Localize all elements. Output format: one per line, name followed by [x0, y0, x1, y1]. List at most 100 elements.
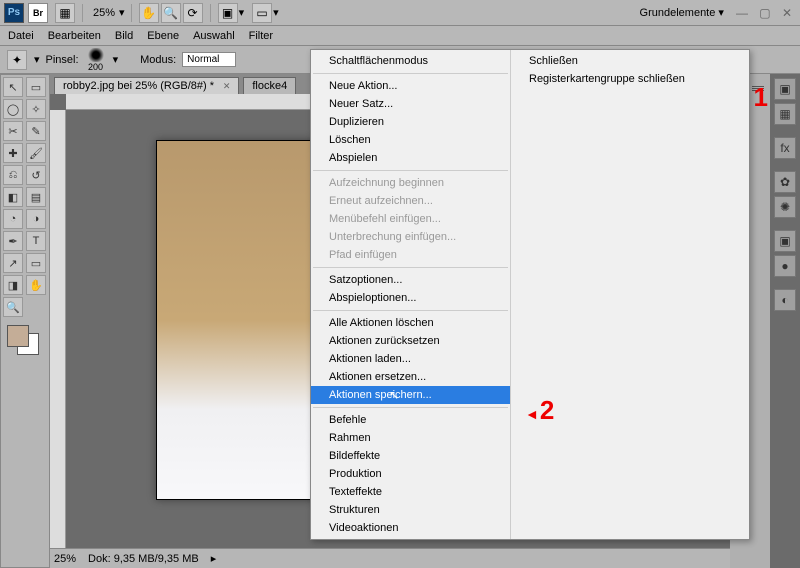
- eyedropper-tool-icon[interactable]: ✎: [26, 121, 46, 141]
- menu-separator: [313, 407, 508, 408]
- photoshop-logo-icon: Ps: [4, 3, 24, 23]
- filmstrip-icon[interactable]: ▦: [55, 3, 75, 23]
- menu-item: Pfad einfügen: [311, 246, 510, 264]
- stamp-tool-icon[interactable]: ⎌: [3, 165, 23, 185]
- menu-item[interactable]: Satzoptionen...: [311, 271, 510, 289]
- menu-item: Erneut aufzeichnen...: [311, 192, 510, 210]
- menu-separator: [313, 267, 508, 268]
- menu-separator: [313, 73, 508, 74]
- eraser-tool-icon[interactable]: ◧: [3, 187, 23, 207]
- menu-item[interactable]: Schließen: [511, 52, 749, 70]
- marquee-tool-icon[interactable]: ▭: [26, 77, 46, 97]
- menu-item[interactable]: Bildeffekte: [311, 447, 510, 465]
- menu-item[interactable]: Registerkartengruppe schließen: [511, 70, 749, 88]
- menu-item[interactable]: Alle Aktionen löschen: [311, 314, 510, 332]
- current-tool-preset-icon[interactable]: ✦: [7, 50, 27, 70]
- status-doc-size: Dok: 9,35 MB/9,35 MB: [88, 553, 199, 565]
- hand-tool-icon[interactable]: ✋: [139, 3, 159, 23]
- path-tool-icon[interactable]: ↗: [3, 253, 23, 273]
- menu-item[interactable]: Aktionen ersetzen...: [311, 368, 510, 386]
- annotation-marker-2: 2: [525, 395, 554, 426]
- styles-panel-icon[interactable]: fx: [774, 137, 796, 159]
- menu-item[interactable]: Texteffekte: [311, 483, 510, 501]
- menu-item[interactable]: Produktion: [311, 465, 510, 483]
- blend-mode-select[interactable]: Normal: [182, 52, 236, 67]
- zoom-tool-icon[interactable]: 🔍: [3, 297, 23, 317]
- zoom-level-display[interactable]: 25%: [93, 7, 115, 19]
- main-menubar: Datei Bearbeiten Bild Ebene Auswahl Filt…: [0, 26, 800, 46]
- vertical-ruler: [50, 110, 66, 548]
- workspace-switcher[interactable]: Grundelemente ▾: [636, 5, 728, 20]
- pen-tool-icon[interactable]: ✒: [3, 231, 23, 251]
- gradient-tool-icon[interactable]: ▤: [26, 187, 46, 207]
- menu-item[interactable]: Neue Aktion...: [311, 77, 510, 95]
- menu-item[interactable]: Strukturen: [311, 501, 510, 519]
- separator: [131, 4, 132, 22]
- foreground-color-swatch[interactable]: [7, 325, 29, 347]
- info-panel-icon[interactable]: ●: [774, 255, 796, 277]
- menu-item[interactable]: Neuer Satz...: [311, 95, 510, 113]
- move-tool-icon[interactable]: ↖: [3, 77, 23, 97]
- brush-preview-icon[interactable]: [87, 48, 105, 62]
- status-chevron-icon[interactable]: ▸: [211, 552, 217, 565]
- menu-item[interactable]: Abspielen: [311, 149, 510, 167]
- menu-item[interactable]: Schaltflächenmodus: [311, 52, 510, 70]
- brushes-panel-icon[interactable]: ✿: [774, 171, 796, 193]
- color-panel-icon[interactable]: ▦: [774, 103, 796, 125]
- type-tool-icon[interactable]: T: [26, 231, 46, 251]
- dodge-tool-icon[interactable]: ◑: [26, 209, 46, 229]
- zoom-tool-icon[interactable]: 🔍: [161, 3, 181, 23]
- toolbox: ↖ ▭ ◯ ✧ ✂ ✎ ✚ 🖌 ⎌ ↺ ◧ ▤ ◔ ◑ ✒ T ↗ ▭ ◨ ✋ …: [0, 74, 50, 568]
- crop-tool-icon[interactable]: ✂: [3, 121, 23, 141]
- 3d-tool-icon[interactable]: ◨: [3, 275, 23, 295]
- menu-item[interactable]: Aktionen laden...: [311, 350, 510, 368]
- menu-filter[interactable]: Filter: [249, 30, 273, 42]
- window-controls[interactable]: — ▢ ✕: [736, 6, 796, 20]
- menu-ebene[interactable]: Ebene: [147, 30, 179, 42]
- menu-item[interactable]: Abspieloptionen...: [311, 289, 510, 307]
- menu-item[interactable]: Aktionen zurücksetzen: [311, 332, 510, 350]
- brush-size-value: 200: [85, 62, 107, 72]
- menu-datei[interactable]: Datei: [8, 30, 34, 42]
- separator: [210, 4, 211, 22]
- status-bar: 25% Dok: 9,35 MB/9,35 MB ▸: [50, 548, 730, 568]
- menu-item[interactable]: Löschen: [311, 131, 510, 149]
- menu-auswahl[interactable]: Auswahl: [193, 30, 235, 42]
- close-tab-icon[interactable]: ✕: [223, 81, 231, 91]
- bridge-icon[interactable]: Br: [28, 3, 48, 23]
- menu-item[interactable]: Rahmen: [311, 429, 510, 447]
- panel-flyout-menu: Schaltflächenmodus Neue Aktion...Neuer Sa…: [310, 49, 750, 540]
- brush-tool-icon[interactable]: 🖌: [26, 143, 46, 163]
- hand-tool-icon[interactable]: ✋: [26, 275, 46, 295]
- menu-bild[interactable]: Bild: [115, 30, 133, 42]
- app-titlebar: Ps Br ▦ 25%▾ ✋ 🔍 ⟳ ▣▾ ▭▾ Grundelemente ▾…: [0, 0, 800, 26]
- document-image[interactable]: [156, 140, 336, 500]
- document-tab[interactable]: flocke4: [243, 77, 296, 94]
- rotate-view-icon[interactable]: ⟳: [183, 3, 203, 23]
- menu-item[interactable]: Befehle: [311, 411, 510, 429]
- color-swatches[interactable]: [3, 325, 47, 353]
- layers-panel-icon[interactable]: ▣: [774, 230, 796, 252]
- blur-tool-icon[interactable]: ◔: [3, 209, 23, 229]
- document-tab[interactable]: robby2.jpg bei 25% (RGB/8#) * ✕: [54, 77, 239, 94]
- document-tab-title: flocke4: [252, 80, 287, 92]
- history-brush-icon[interactable]: ↺: [26, 165, 46, 185]
- lasso-tool-icon[interactable]: ◯: [3, 99, 23, 119]
- shape-tool-icon[interactable]: ▭: [26, 253, 46, 273]
- menu-separator: [313, 170, 508, 171]
- screen-mode-icon[interactable]: ▭: [252, 3, 272, 23]
- menu-item: Aufzeichnung beginnen: [311, 174, 510, 192]
- menu-item[interactable]: Aktionen speichern...↖: [311, 386, 510, 404]
- panel-icon-strip: ▣ ▦ fx ✿ ✺ ▣ ● ◐: [770, 74, 800, 568]
- healing-tool-icon[interactable]: ✚: [3, 143, 23, 163]
- menu-item[interactable]: Videoaktionen: [311, 519, 510, 537]
- status-zoom[interactable]: 25%: [54, 553, 76, 565]
- arrange-docs-icon[interactable]: ▣: [218, 3, 238, 23]
- menu-bearbeiten[interactable]: Bearbeiten: [48, 30, 101, 42]
- brush-label: Pinsel:: [46, 54, 79, 66]
- wand-tool-icon[interactable]: ✧: [26, 99, 46, 119]
- settings-panel-icon[interactable]: ✺: [774, 196, 796, 218]
- menu-item[interactable]: Duplizieren: [311, 113, 510, 131]
- history-panel-icon[interactable]: ▣: [774, 78, 796, 100]
- channels-panel-icon[interactable]: ◐: [774, 289, 796, 311]
